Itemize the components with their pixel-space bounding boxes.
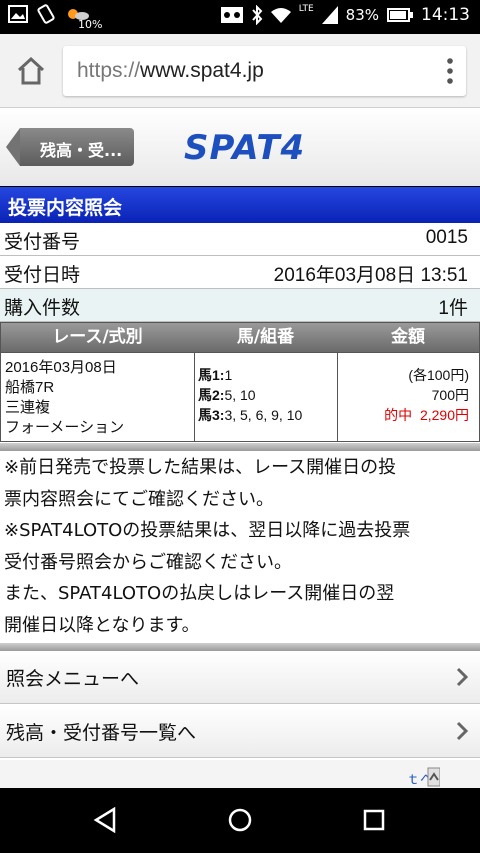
status-right: LTE 83% 14:13	[220, 4, 470, 25]
note-line: 開催日以降となります。	[4, 614, 200, 636]
payout-amount: 2,290円	[419, 407, 469, 423]
table-header-combo: 馬/組番	[194, 323, 338, 352]
wifi-icon	[270, 8, 291, 23]
receipt-date-row: 受付日時 2016年03月08日 13:51	[0, 256, 480, 289]
amount-total: 700円	[431, 387, 469, 403]
note-line: 票内容照会にてご確認ください。	[4, 488, 274, 510]
overflow-menu-icon[interactable]	[446, 58, 454, 84]
receipt-date-value: 2016年03月08日 13:51	[273, 265, 468, 286]
scroll-top-icon[interactable]: ｔへ	[406, 766, 440, 788]
note-line: また、SPAT4LOTOの払戻しはレース開催日の翌	[4, 583, 395, 604]
page-title: 投票内容照会	[8, 197, 123, 219]
divider	[0, 643, 480, 651]
combo-line: 馬2:5, 10	[198, 387, 256, 403]
note-line: ※SPAT4LOTOの投票結果は、翌日以降に過去投票	[4, 520, 411, 541]
status-bar: 10% LTE 83% 14:13	[0, 0, 480, 34]
page-title-bar: 投票内容照会	[0, 186, 480, 223]
notes: ※前日発売で投票した結果は、レース開催日の投 票内容照会にてご確認ください。 ※…	[4, 452, 476, 641]
url-host: www.spat4.jp	[140, 59, 264, 82]
browser-toolbar: https://www.spat4.jp	[0, 34, 480, 108]
url-box[interactable]: https://www.spat4.jp	[63, 46, 466, 96]
table-header-amount: 金額	[337, 323, 479, 352]
receipt-number-row: 受付番号 0015	[0, 223, 480, 256]
note-line: 受付番号照会からご確認ください。	[4, 551, 292, 573]
amount-unit: (各100円)	[408, 367, 469, 383]
race-venue: 船橋7R	[5, 379, 55, 396]
race-bet-type: 三連複	[5, 399, 51, 416]
balance-list-link[interactable]: 残高・受付番号一覧へ	[0, 705, 480, 758]
status-percent-small: 10%	[78, 18, 103, 31]
receipt-number-label: 受付番号	[4, 231, 81, 253]
battery-percent: 83%	[345, 6, 379, 24]
payout-line: 的中 2,290円	[384, 405, 469, 425]
purchase-count-value: 1件	[438, 298, 468, 319]
recents-icon[interactable]	[360, 806, 388, 834]
battery-icon	[387, 8, 413, 22]
hit-label: 的中	[384, 407, 413, 423]
back-button[interactable]: 残高・受...	[6, 128, 134, 166]
inquiry-menu-link[interactable]: 照会メニューへ	[0, 651, 480, 704]
rotation-icon	[37, 4, 55, 24]
table-header-race: レース/式別	[1, 323, 195, 352]
balance-list-label: 残高・受付番号一覧へ	[6, 722, 197, 744]
home-circle-icon[interactable]	[226, 806, 254, 834]
url-scheme: https://	[77, 59, 141, 82]
divider	[0, 443, 480, 451]
purchase-count-label: 購入件数	[4, 297, 81, 319]
race-date: 2016年03月08日	[5, 359, 117, 376]
race-cell: 2016年03月08日 船橋7R 三連複 フォーメーション	[1, 352, 195, 442]
combo-line: 馬1:1	[198, 367, 233, 383]
amount-cell: (各100円) 700円 的中 2,290円	[337, 352, 479, 442]
receipt-date-label: 受付日時	[4, 264, 81, 286]
receipt-number-value: 0015	[425, 227, 468, 248]
signal-label: LTE	[298, 4, 314, 14]
url-text[interactable]: https://www.spat4.jp	[77, 59, 264, 83]
image-icon	[8, 5, 28, 23]
back-icon[interactable]	[92, 806, 120, 834]
note-line: ※前日発売で投票した結果は、レース開催日の投	[4, 457, 397, 478]
inquiry-menu-label: 照会メニューへ	[6, 668, 140, 690]
home-icon[interactable]	[14, 54, 48, 88]
combo-cell: 馬1:1 馬2:5, 10 馬3:3, 5, 6, 9, 10	[194, 352, 338, 442]
race-method: フォーメーション	[5, 419, 125, 436]
page-footer-peek: ｔへ	[0, 760, 480, 788]
site-logo: SPAT4	[184, 128, 306, 168]
back-button-label: 残高・受...	[40, 141, 123, 160]
status-time: 14:13	[421, 5, 470, 25]
chevron-right-icon	[456, 721, 468, 741]
bluetooth-icon	[251, 5, 263, 25]
voicemail-icon	[220, 7, 243, 23]
chevron-right-icon	[456, 667, 468, 687]
bet-table: レース/式別 馬/組番 金額 2016年03月08日 船橋7R 三連複 フォーメ…	[0, 322, 480, 442]
combo-line: 馬3:3, 5, 6, 9, 10	[198, 407, 303, 423]
system-nav-bar	[0, 788, 480, 853]
purchase-count-row: 購入件数 1件	[0, 289, 480, 322]
site-header: 残高・受... SPAT4	[0, 108, 480, 186]
signal-icon	[321, 6, 338, 24]
